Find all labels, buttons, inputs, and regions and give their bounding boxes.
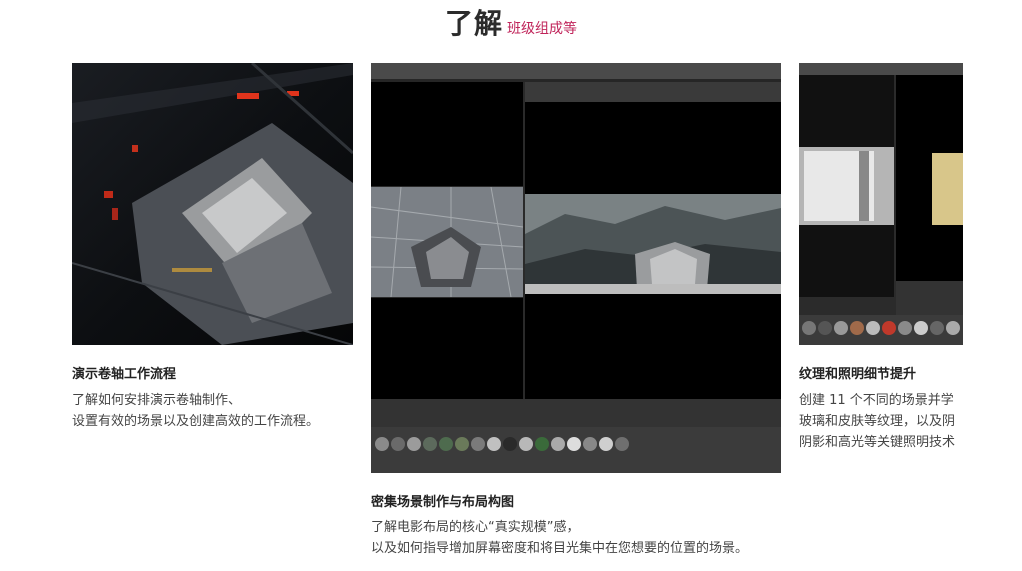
card-description-line: 设置有效的场景以及创建高效的工作流程。: [72, 414, 320, 429]
card-description-line: 创建 11 个不同的场景并学: [799, 393, 954, 408]
card-image-c4d-interface: [371, 63, 781, 473]
card-description: 创建 11 个不同的场景并学 玻璃和皮肤等纹理，以及阴 阴影和高光等关键照明技术: [799, 390, 955, 453]
card-image-sci-fi-render: [72, 63, 353, 345]
carousel-viewport: 演示卷轴工作流程 了解如何安排演示卷轴制作、 设置有效的场景以及创建高效的工作流…: [0, 0, 963, 571]
card-description: 了解如何安排演示卷轴制作、 设置有效的场景以及创建高效的工作流程。: [72, 390, 319, 432]
card-description-line: 以及如何指导增加屏幕密度和将目光集中在您想要的位置的场景。: [371, 541, 749, 556]
card-description-line: 了解如何安排演示卷轴制作、: [72, 393, 242, 408]
card-title: 演示卷轴工作流程: [72, 367, 177, 382]
card-description-line: 玻璃和皮肤等纹理，以及阴: [799, 414, 956, 429]
card-title: 纹理和照明细节提升: [799, 367, 917, 382]
card-description: 了解电影布局的核心“真实规模”感， 以及如何指导增加屏幕密度和将目光集中在您想要…: [371, 517, 748, 559]
card-description-line: 阴影和高光等关键照明技术: [799, 435, 956, 450]
card-image-texture-viewport: [799, 63, 963, 345]
card-title: 密集场景制作与布局构图: [371, 495, 515, 510]
card-description-line: 了解电影布局的核心“真实规模”感，: [371, 520, 580, 535]
